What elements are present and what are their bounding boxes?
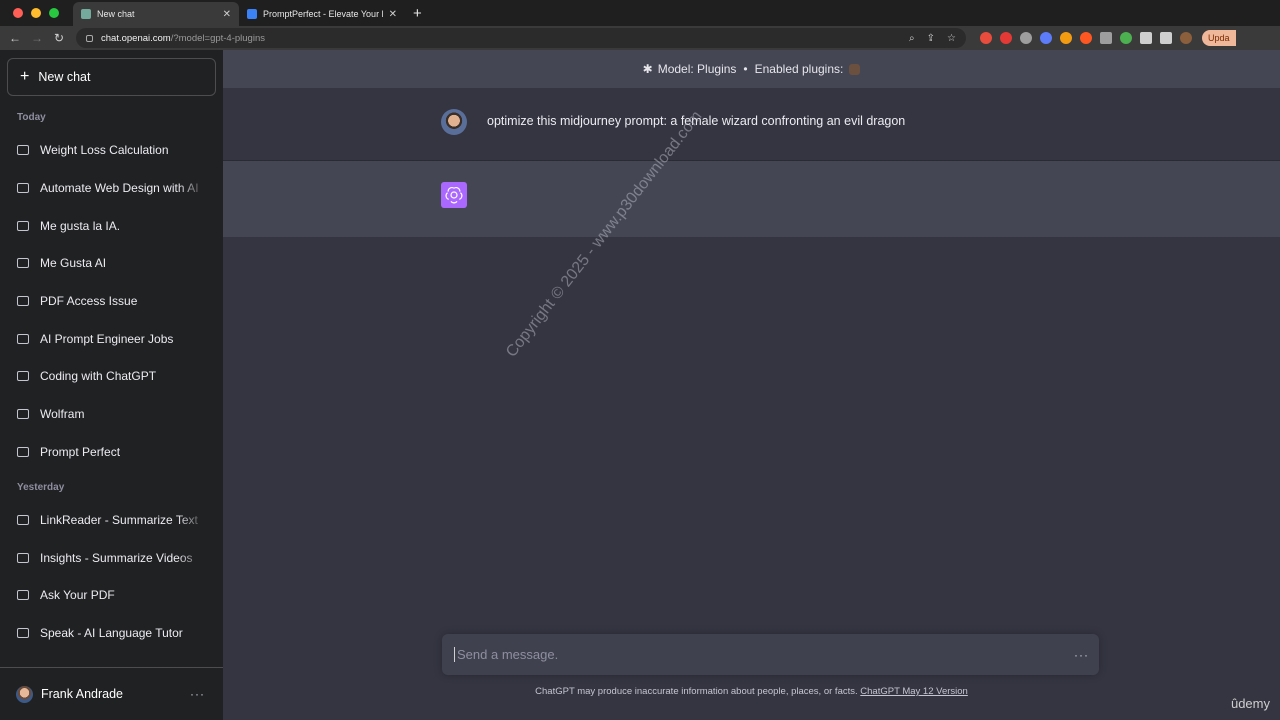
openai-favicon-icon: [81, 9, 91, 19]
pocket-extension-icon[interactable]: [980, 32, 992, 44]
maximize-window-button[interactable]: [49, 8, 59, 18]
reload-icon[interactable]: ↻: [48, 31, 70, 45]
section-today: Today: [17, 112, 46, 123]
extensions-bar: [980, 32, 1192, 44]
chat-history-item[interactable]: Ask Your PDF: [17, 585, 207, 605]
new-tab-button[interactable]: +: [413, 5, 422, 22]
more-options-icon[interactable]: ···: [190, 687, 205, 701]
disclaimer: ChatGPT may produce inaccurate informati…: [223, 686, 1280, 697]
minimize-window-button[interactable]: [31, 8, 41, 18]
address-bar-actions: ⌕ ⇪ ☆: [909, 33, 956, 44]
close-tab-icon[interactable]: ✕: [389, 9, 397, 20]
profile-avatar[interactable]: [1180, 32, 1192, 44]
chat-history-item[interactable]: Coding with ChatGPT: [17, 366, 207, 386]
chat-bubble-icon: [17, 628, 29, 638]
sidebar: + New chat Today Weight Loss Calculation…: [0, 50, 223, 720]
user-account-row[interactable]: Frank Andrade ···: [0, 667, 223, 720]
address-bar[interactable]: chat.openai.com/?model=gpt-4-plugins ⌕ ⇪…: [76, 28, 966, 48]
extension-icon[interactable]: [1060, 32, 1072, 44]
chat-bubble-icon: [17, 590, 29, 600]
model-label: Model: Plugins: [657, 62, 737, 76]
chat-bubble-icon: [17, 409, 29, 419]
puzzle-icon: ✱: [642, 62, 653, 76]
model-info-bar: ✱ Model: Plugins • Enabled plugins:: [223, 50, 1280, 88]
message-composer: ···: [442, 634, 1099, 675]
version-link[interactable]: ChatGPT May 12 Version: [860, 686, 968, 697]
assistant-message: [223, 161, 1280, 237]
share-icon[interactable]: ⇪: [927, 33, 935, 44]
section-yesterday: Yesterday: [17, 482, 65, 493]
grid-extension-icon[interactable]: [1100, 32, 1112, 44]
chat-bubble-icon: [17, 515, 29, 525]
separator-dot: •: [743, 62, 748, 76]
new-chat-button[interactable]: + New chat: [7, 58, 216, 96]
openai-logo-icon: [441, 182, 467, 208]
window-controls: [13, 8, 59, 18]
chat-bubble-icon: [17, 296, 29, 306]
chat-history-item[interactable]: LinkReader - Summarize Text: [17, 510, 207, 530]
sidebar-toggle-icon[interactable]: [1160, 32, 1172, 44]
forward-arrow-icon[interactable]: →: [26, 31, 48, 45]
lock-icon: [86, 34, 93, 42]
udemy-watermark: ûdemy: [1230, 696, 1270, 711]
user-message: optimize this midjourney prompt: a femal…: [223, 88, 1280, 161]
extension-icon[interactable]: [1040, 32, 1052, 44]
toolbar: ← → ↻ chat.openai.com/?model=gpt-4-plugi…: [0, 26, 1280, 50]
disclaimer-text: ChatGPT may produce inaccurate informati…: [535, 686, 858, 697]
tab-title: New chat: [97, 9, 135, 19]
chat-bubble-icon: [17, 553, 29, 563]
chat-history-item[interactable]: Weight Loss Calculation: [17, 140, 207, 160]
promptperfect-plugin-icon: [849, 63, 861, 75]
chat-bubble-icon: [17, 145, 29, 155]
user-avatar: [441, 109, 467, 135]
chat-main: ✱ Model: Plugins • Enabled plugins: opti…: [223, 50, 1280, 720]
chat-bubble-icon: [17, 183, 29, 193]
chat-history-item[interactable]: AI Prompt Engineer Jobs: [17, 329, 207, 349]
tab-bar: New chat ✕ PromptPerfect - Elevate Your …: [0, 0, 1280, 26]
enabled-plugins-label: Enabled plugins:: [754, 62, 844, 76]
new-chat-label: New chat: [38, 70, 91, 84]
url-path: /?model=gpt-4-plugins: [170, 32, 265, 44]
promptperfect-favicon-icon: [247, 9, 257, 19]
url-host: chat.openai.com: [101, 32, 171, 44]
chat-history-item[interactable]: PDF Access Issue: [17, 291, 207, 311]
chat-bubble-icon: [17, 258, 29, 268]
extension-icon[interactable]: [1080, 32, 1092, 44]
chat-bubble-icon: [17, 371, 29, 381]
back-arrow-icon[interactable]: ←: [4, 31, 26, 45]
user-name: Frank Andrade: [41, 687, 123, 701]
browser-chrome: New chat ✕ PromptPerfect - Elevate Your …: [0, 0, 1280, 50]
extension-icon[interactable]: [1020, 32, 1032, 44]
tab-new-chat[interactable]: New chat ✕: [73, 2, 239, 26]
chat-bubble-icon: [17, 221, 29, 231]
extension-icon[interactable]: [1120, 32, 1132, 44]
close-tab-icon[interactable]: ✕: [223, 9, 231, 20]
tab-title: PromptPerfect - Elevate Your P: [263, 9, 383, 19]
puzzle-extensions-icon[interactable]: [1140, 32, 1152, 44]
chat-history-item[interactable]: Automate Web Design with AI: [17, 178, 207, 198]
chat-history-item[interactable]: Wolfram: [17, 404, 207, 424]
chat-bubble-icon: [17, 447, 29, 457]
plus-icon: +: [20, 68, 30, 85]
chat-history-item[interactable]: Me gusta la IA.: [17, 216, 207, 236]
chat-bubble-icon: [17, 334, 29, 344]
message-input[interactable]: [454, 647, 1054, 662]
close-window-button[interactable]: [13, 8, 23, 18]
tab-promptperfect[interactable]: PromptPerfect - Elevate Your P ✕: [239, 2, 405, 26]
zoom-icon[interactable]: ⌕: [909, 33, 915, 44]
more-options-icon[interactable]: ···: [1074, 648, 1089, 662]
update-button[interactable]: Upda: [1202, 30, 1236, 46]
chat-history-item[interactable]: Insights - Summarize Videos: [17, 548, 207, 568]
bookmark-star-icon[interactable]: ☆: [947, 33, 956, 44]
chat-history-item[interactable]: Prompt Perfect: [17, 442, 207, 462]
user-avatar: [16, 685, 33, 703]
chat-history-item[interactable]: Speak - AI Language Tutor: [17, 623, 207, 643]
chat-history-item[interactable]: Me Gusta AI: [17, 253, 207, 273]
adblock-extension-icon[interactable]: [1000, 32, 1012, 44]
